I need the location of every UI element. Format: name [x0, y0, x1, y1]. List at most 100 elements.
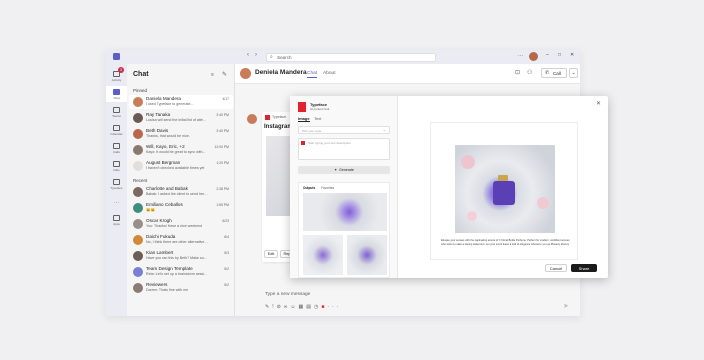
chat-item[interactable]: Charlotte and Babak Babak: I asked the c… [129, 185, 233, 199]
chat-preview: Reta: Let's set up a brainstorm session … [146, 272, 208, 276]
chat-time: 2:38 PM [216, 186, 229, 191]
card-title: Instagram [264, 124, 293, 130]
chevron-down-icon[interactable]: ⌄ [569, 68, 578, 78]
typeface-logo-icon [265, 115, 270, 120]
apps-icon [113, 214, 120, 221]
contact-avatar [240, 68, 251, 79]
tab-outputs[interactable]: Outputs [303, 186, 315, 190]
app-calendar[interactable]: Calendar [106, 122, 127, 138]
chat-item[interactable]: Ray Tanaka Louisa will send the initial … [129, 111, 233, 125]
chat-name: Reviewers [146, 282, 168, 287]
app-label: Calls [113, 149, 120, 154]
result-thumbnail[interactable] [303, 193, 387, 231]
recent-section-label: Recent [133, 178, 148, 183]
search-input[interactable]: ⌕ Search [266, 52, 436, 62]
chat-time: 12:00 PM [214, 144, 229, 149]
style-select[interactable]: Pick your style ⌄ [298, 126, 390, 134]
chat-item[interactable]: Team Design Template Reta: Let's set up … [129, 265, 233, 279]
contact-name: Deniela Mandera [255, 69, 307, 76]
sticker-icon[interactable]: ▤ [306, 304, 314, 310]
tab-image[interactable]: Image [298, 116, 310, 122]
chat-time: 1:55 PM [216, 202, 229, 207]
chat-item[interactable]: Reviewers Darren: Thats fine with me 5/2 [129, 281, 233, 295]
chat-preview: Kayo: It would be great to sync with... [146, 150, 206, 154]
perfume-image [455, 145, 555, 233]
chat-preview: I haven't checked available times yet [146, 166, 205, 170]
avatar [133, 97, 143, 107]
chat-item[interactable]: August Bergman I haven't checked availab… [129, 159, 233, 173]
app-calls[interactable]: Calls [106, 140, 127, 156]
maximize-icon[interactable]: □ [558, 52, 561, 58]
generate-button[interactable]: ✦ Generate [298, 166, 390, 174]
avatar [133, 203, 143, 213]
more-options-icon[interactable]: ··· [518, 53, 523, 59]
app-teams[interactable]: Teams [106, 104, 127, 120]
chat-item[interactable]: Daichi Fukuda No, I think there are othe… [129, 233, 233, 247]
flower-shape [537, 197, 549, 209]
chat-name: Team Design Template [146, 266, 193, 271]
chat-item[interactable]: Daniela Mandera I used Typeface to gener… [129, 95, 233, 109]
chat-time: 1:20 PM [216, 160, 229, 165]
prompt-input[interactable]: Start typing your text description [298, 138, 390, 160]
back-arrow-icon[interactable]: ‹ [247, 52, 249, 58]
call-button[interactable]: ✆ Call [541, 68, 567, 78]
result-thumbnail[interactable] [303, 235, 343, 275]
activity-badge: 3 [118, 67, 124, 73]
minimize-icon[interactable]: – [546, 52, 549, 58]
share-button[interactable]: Share [571, 264, 597, 272]
brand-subtitle: AI content tool [310, 107, 330, 111]
compose-box[interactable]: Type a new message ✎!⊘∞☺▦▤◷■··· ➤ [263, 290, 573, 314]
chat-name: Oscar Krogh [146, 218, 172, 223]
app-files[interactable]: Files [106, 158, 127, 174]
dialog-close-icon[interactable]: ✕ [596, 100, 601, 107]
avatar [133, 113, 143, 123]
chat-name: Daichi Fukuda [146, 234, 176, 239]
chat-time: 6/23 [222, 218, 229, 223]
chat-time: 5/2 [224, 282, 229, 287]
more-icon[interactable]: ··· [327, 304, 341, 310]
app-label: Teams [112, 113, 121, 118]
close-icon[interactable]: ✕ [570, 52, 574, 58]
bottle-body [493, 181, 515, 205]
teams-logo-icon [113, 53, 120, 60]
new-chat-icon[interactable]: ✎ [222, 71, 227, 78]
filter-icon[interactable]: ≡ [211, 72, 214, 78]
chat-list-pane: Chat ≡ ✎ Pinned Daniela Mandera I used T… [127, 64, 235, 316]
typeface-app-icon [113, 178, 120, 185]
chat-time: 5/3 [224, 250, 229, 255]
chat-item[interactable]: Kian Lambert Have you ran this by Beth? … [129, 249, 233, 263]
attach-icon[interactable]: ⊘ [277, 304, 284, 310]
phone-icon [113, 142, 120, 149]
forward-arrow-icon[interactable]: › [255, 52, 257, 58]
calendar-icon [113, 124, 120, 131]
app-chat[interactable]: Chat [106, 86, 127, 102]
meet-icon[interactable]: ⊡ [515, 69, 520, 76]
user-avatar[interactable] [529, 52, 538, 61]
tab-about[interactable]: About [323, 71, 336, 76]
tab-chat[interactable]: Chat [307, 71, 318, 78]
chat-name: Beth Davis [146, 128, 169, 133]
cancel-button[interactable]: Cancel [545, 264, 567, 272]
generator-pane: Typeface AI content tool Image Text Pick… [290, 96, 398, 278]
pinned-section-label: Pinned [133, 88, 148, 93]
more-apps-button[interactable]: ··· [106, 194, 127, 210]
chat-preview: 😀😀 [146, 208, 155, 212]
app-apps[interactable]: Apps [106, 212, 127, 228]
app-typeface[interactable]: Typeface [106, 176, 127, 192]
chat-preview: I used Typeface to generate... [146, 102, 194, 106]
people-icon[interactable]: ⚇ [527, 69, 532, 76]
chat-item[interactable]: Emiliano Ceballos 😀😀 1:55 PM [129, 201, 233, 215]
tab-favorites[interactable]: Favorites [321, 186, 334, 190]
tab-text[interactable]: Text [314, 116, 321, 121]
app-label: Calendar [110, 131, 123, 136]
chat-item[interactable]: Will, Kayo, Eric, +2 Kayo: It would be g… [129, 143, 233, 157]
chat-item[interactable]: Beth Davis Thanks, that would be nice. 2… [129, 127, 233, 141]
result-thumbnail[interactable] [347, 235, 387, 275]
search-placeholder: Search [277, 55, 292, 60]
chat-item[interactable]: Oscar Krogh You: Thanks! Have a nice wee… [129, 217, 233, 231]
chat-time: 6/4 [224, 234, 229, 239]
send-icon[interactable]: ➤ [563, 302, 569, 310]
chat-name: Will, Kayo, Eric, +2 [146, 144, 185, 149]
edit-button[interactable]: Edit [264, 250, 278, 258]
caption-text: Elevate your senses with the captivating… [441, 239, 570, 246]
